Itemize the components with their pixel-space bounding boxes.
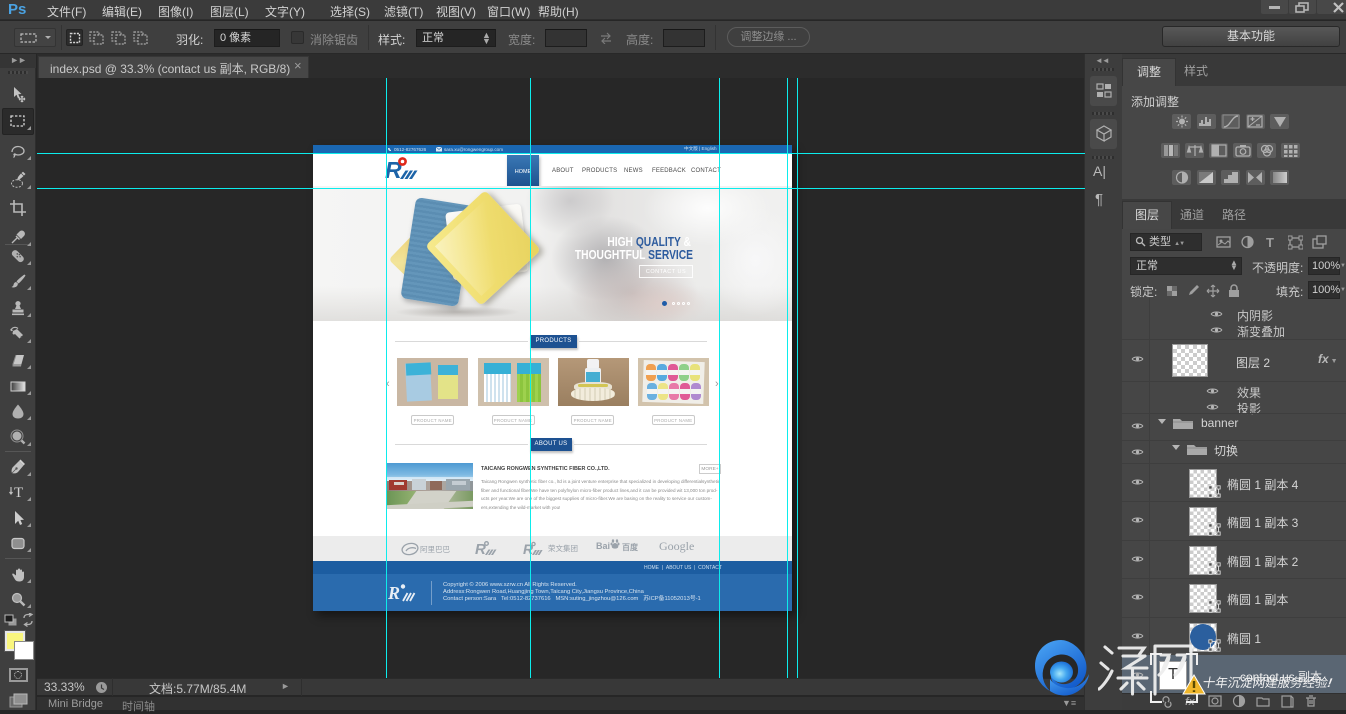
svg-text:T: T <box>14 485 23 501</box>
svg-text:R: R <box>388 583 400 603</box>
svg-text:阿里巴巴: 阿里巴巴 <box>420 545 450 554</box>
svg-text:T: T <box>1266 235 1274 250</box>
